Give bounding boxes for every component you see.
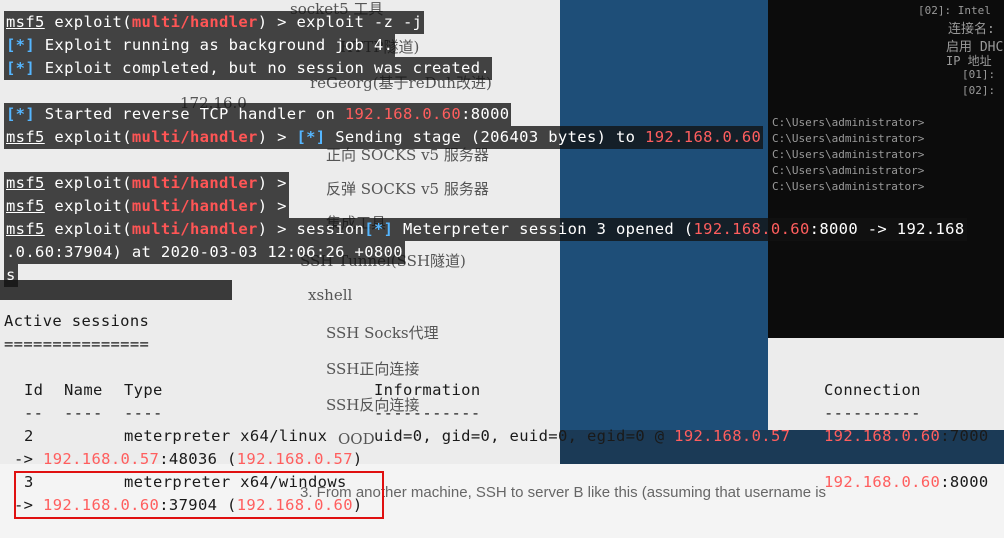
terminal-line: .0.60:37904) at 2020-03-03 12:06:26 +080…	[4, 241, 405, 264]
command-text: > exploit -z -j	[267, 13, 423, 31]
session-connection: 192.168.0.60:7000	[824, 425, 989, 448]
terminal-line: [*] Started reverse TCP handler on 192.1…	[4, 103, 512, 126]
prompt-prefix: msf5	[6, 13, 45, 31]
module-name: multi/handler	[131, 128, 258, 146]
status-marker: [*]	[6, 36, 36, 54]
col-header-id: Id	[24, 381, 44, 399]
col-header-information: Information	[374, 381, 481, 399]
terminal-line: msf5 exploit(multi/handler) > [*] Sendin…	[4, 126, 764, 149]
output-text: :8000 -> 192.168	[809, 220, 965, 238]
col-dash: ----	[124, 404, 163, 422]
terminal-line: msf5 exploit(multi/handler) >	[4, 195, 289, 218]
terminal-line: s	[4, 264, 18, 287]
output-text: Exploit running as background job 4.	[35, 36, 394, 54]
module-name: multi/handler	[131, 220, 258, 238]
status-marker: [*]	[6, 59, 36, 77]
prompt-prefix: msf5	[6, 197, 45, 215]
section-title: Active sessions	[4, 312, 150, 330]
ip-address: 192.168.0.57	[674, 427, 791, 445]
prompt-prefix: msf5	[6, 128, 45, 146]
prompt-prefix: msf5	[6, 174, 45, 192]
output-text: Started reverse TCP handler on	[35, 105, 345, 123]
ip-address: 192.168.0.60	[693, 220, 810, 238]
session-information: uid=0, gid=0, euid=0, egid=0 @ 192.168.0…	[374, 425, 790, 448]
session-id: 2	[24, 427, 34, 445]
terminal-line: msf5 exploit(multi/handler) > exploit -z…	[4, 11, 425, 34]
ip-address: 192.168.0.60	[824, 427, 941, 445]
output-text: Meterpreter session 3 opened (	[393, 220, 694, 238]
col-header-name: Name	[64, 381, 103, 399]
highlight-box	[14, 471, 384, 519]
session-info-text: uid=0, gid=0, euid=0, egid=0 @	[374, 427, 675, 445]
session-connection: 192.168.0.60:8000	[824, 471, 989, 494]
output-text: Sending stage (206403 bytes) to	[325, 128, 646, 146]
status-marker: [*]	[6, 105, 36, 123]
paren-text: )	[352, 450, 363, 468]
col-dash: --	[24, 404, 44, 422]
col-dash: ----	[64, 404, 103, 422]
terminal: msf5 exploit(multi/handler) > exploit -z…	[0, 0, 1004, 538]
ip-address: 192.168.0.60	[824, 473, 941, 491]
ip-address: 192.168.0.60	[645, 128, 762, 146]
ip-address: 192.168.0.57	[236, 450, 353, 468]
status-marker: [*]	[296, 128, 326, 146]
terminal-line: [*] Exploit running as background job 4.	[4, 34, 396, 57]
module-name: multi/handler	[131, 197, 258, 215]
port-text: :48036 (	[159, 450, 237, 468]
status-marker: [*]	[364, 220, 394, 238]
terminal-line: msf5 exploit(multi/handler) > session[*]…	[4, 218, 967, 241]
port-text: :8000	[940, 473, 989, 491]
command-text: > session	[267, 220, 365, 238]
session-type: meterpreter x64/linux	[124, 427, 328, 445]
ip-address: 192.168.0.57	[43, 450, 160, 468]
col-header-connection: Connection	[824, 381, 921, 399]
port-text: :7000	[940, 427, 989, 445]
ip-address: 192.168.0.60	[344, 105, 462, 123]
terminal-line: [*] Exploit completed, but no session wa…	[4, 57, 493, 80]
port-text: :8000	[461, 105, 510, 123]
section-underline: ===============	[4, 335, 150, 353]
col-dash: -----------	[374, 404, 481, 422]
arrow-text: ->	[14, 450, 44, 468]
session-connection-wrap: -> 192.168.0.57:48036 (192.168.0.57)	[14, 448, 363, 471]
terminal-line: msf5 exploit(multi/handler) >	[4, 172, 289, 195]
prompt-prefix: msf5	[6, 220, 45, 238]
col-dash: ----------	[824, 404, 921, 422]
output-text: Exploit completed, but no session was cr…	[35, 59, 491, 77]
module-name: multi/handler	[131, 13, 258, 31]
col-header-type: Type	[124, 381, 163, 399]
module-name: multi/handler	[131, 174, 258, 192]
